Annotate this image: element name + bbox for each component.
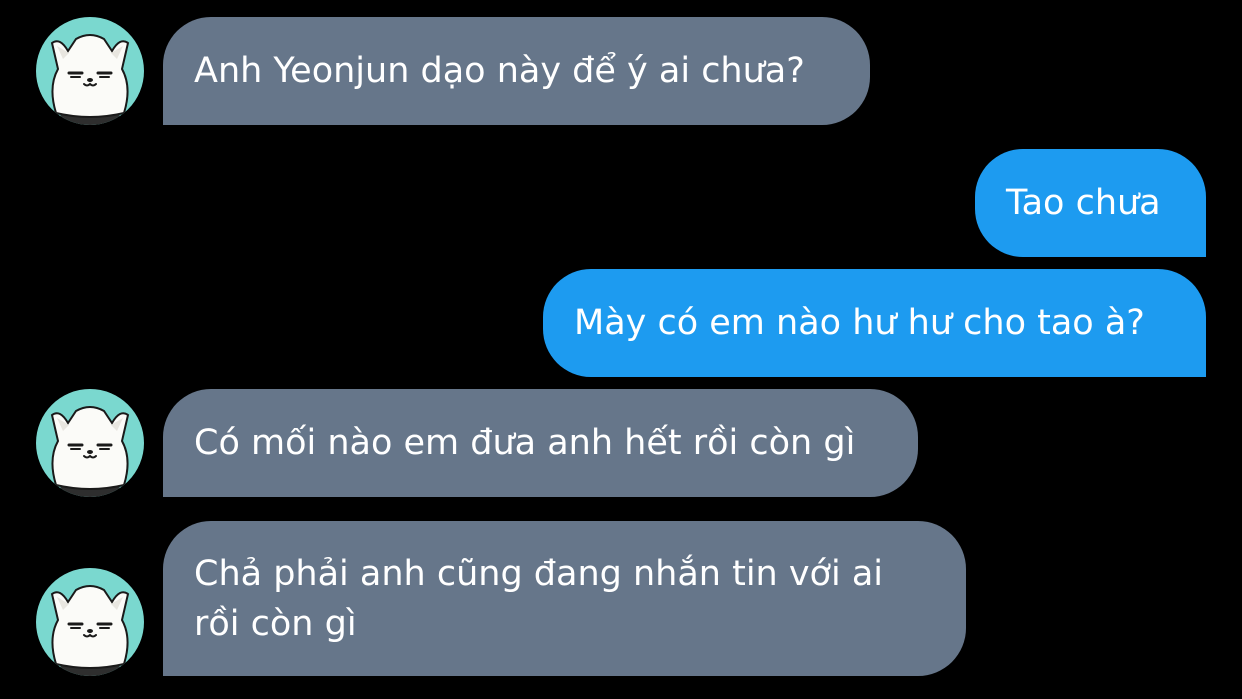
avatar[interactable]	[36, 389, 144, 497]
message-text: Anh Yeonjun dạo này để ý ai chưa?	[194, 51, 805, 91]
white-cat-avatar-icon	[36, 389, 144, 497]
received-message-bubble[interactable]: Chả phải anh cũng đang nhắn tin với ai r…	[163, 521, 966, 676]
white-cat-avatar-icon	[36, 17, 144, 125]
avatar[interactable]	[36, 17, 144, 125]
message-text: Tao chưa	[1006, 183, 1161, 223]
received-message-bubble[interactable]: Anh Yeonjun dạo này để ý ai chưa?	[163, 17, 870, 125]
sent-message-bubble[interactable]: Tao chưa	[975, 149, 1206, 257]
avatar[interactable]	[36, 568, 144, 676]
received-message-bubble[interactable]: Có mối nào em đưa anh hết rồi còn gì	[163, 389, 918, 497]
message-text: Chả phải anh cũng đang nhắn tin với ai r…	[194, 554, 883, 644]
white-cat-avatar-icon	[36, 568, 144, 676]
message-text: Mày có em nào hư hư cho tao à?	[574, 303, 1145, 343]
message-text: Có mối nào em đưa anh hết rồi còn gì	[194, 423, 856, 463]
sent-message-bubble[interactable]: Mày có em nào hư hư cho tao à?	[543, 269, 1206, 377]
